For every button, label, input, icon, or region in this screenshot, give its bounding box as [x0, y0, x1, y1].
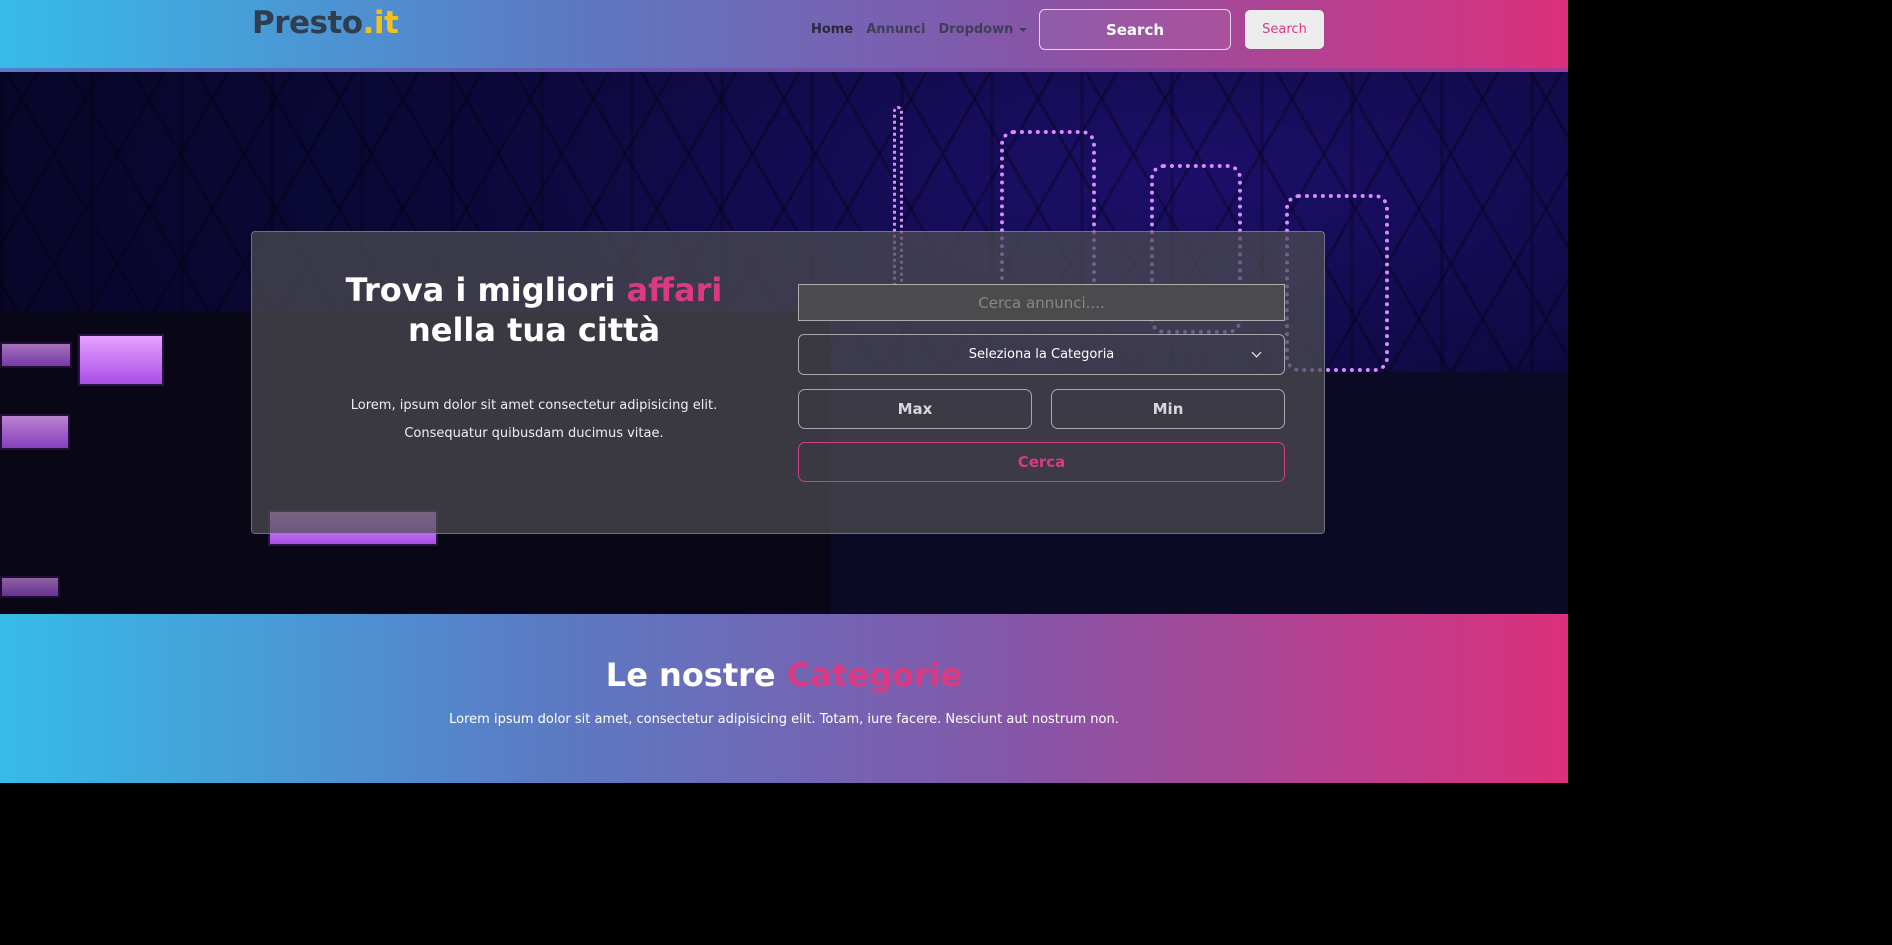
ads-search-input[interactable] — [798, 284, 1285, 321]
nav-dropdown[interactable]: Dropdown — [938, 22, 1028, 37]
hero-window — [78, 334, 164, 386]
hero-window — [0, 414, 70, 450]
hero-title-after: nella tua città — [407, 311, 661, 349]
categories-description: Lorem ipsum dolor sit amet, consectetur … — [449, 712, 1119, 727]
caret-down-icon — [1019, 27, 1028, 32]
hero-window — [0, 342, 72, 368]
categories-section — [0, 614, 1568, 783]
categories-title-before: Le nostre — [605, 656, 787, 694]
brand-logo[interactable]: Presto.it — [252, 5, 399, 41]
hero-title-before: Trova i migliori — [345, 271, 627, 309]
hero-description-line1: Lorem, ipsum dolor sit amet consectetur … — [350, 398, 718, 413]
nav-search-button[interactable]: Search — [1245, 10, 1324, 49]
categories-title-highlight: Categorie — [786, 656, 963, 694]
nav-link-annunci[interactable]: Annunci — [866, 22, 925, 37]
category-select[interactable]: Seleziona la Categoria — [798, 334, 1285, 375]
chevron-down-icon — [1251, 347, 1262, 358]
category-select-value: Seleziona la Categoria — [968, 347, 1115, 362]
hero-description: Lorem, ipsum dolor sit amet consectetur … — [300, 392, 768, 448]
hero-title: Trova i migliori affari nella tua città — [300, 270, 768, 350]
cerca-button[interactable]: Cerca — [798, 442, 1285, 482]
hero-title-highlight: affari — [626, 271, 723, 309]
nav-search-input[interactable] — [1039, 9, 1231, 50]
hero-window — [0, 576, 60, 598]
hero-description-line2: Consequatur quibusdam ducimus vitae. — [404, 426, 664, 441]
nav-dropdown-label: Dropdown — [938, 22, 1014, 37]
max-price-input[interactable] — [798, 389, 1032, 429]
hero-background — [0, 72, 1568, 614]
min-price-input[interactable] — [1051, 389, 1285, 429]
brand-name: Presto — [252, 5, 363, 41]
navbar: Presto.it Home Annunci Dropdown Search — [0, 0, 1568, 72]
nav-links: Home Annunci Dropdown — [811, 22, 1028, 37]
categories-title: Le nostre Categorie — [0, 656, 1568, 694]
brand-tld: .it — [362, 5, 399, 41]
nav-link-home[interactable]: Home — [811, 22, 853, 37]
